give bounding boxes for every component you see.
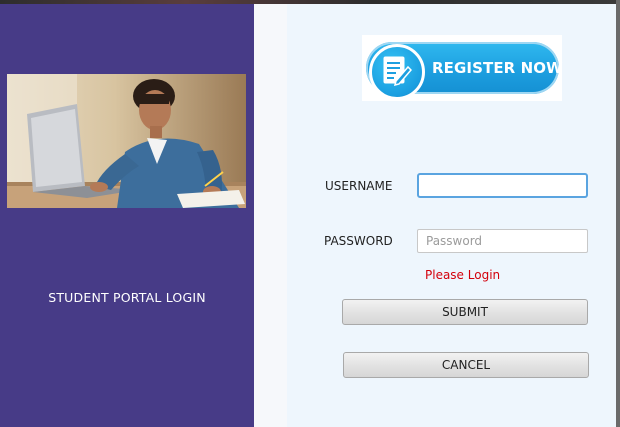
cancel-button[interactable]: CANCEL — [343, 352, 589, 378]
portal-title: STUDENT PORTAL LOGIN — [48, 290, 206, 305]
submit-button[interactable]: SUBMIT — [342, 299, 588, 325]
register-now-button[interactable]: REGISTER NOW — [362, 35, 563, 101]
username-input[interactable] — [417, 173, 588, 198]
student-laptop-photo — [7, 74, 246, 208]
status-message: Please Login — [425, 268, 501, 282]
username-label: USERNAME — [325, 179, 393, 193]
left-panel: STUDENT PORTAL LOGIN — [0, 4, 254, 427]
register-now-label: REGISTER NOW — [432, 59, 563, 77]
login-window: STUDENT PORTAL LOGIN REGISTER NOW USERNA… — [0, 0, 620, 427]
panel-gutter — [254, 4, 287, 427]
register-pill: REGISTER NOW — [366, 42, 563, 100]
password-label: PASSWORD — [324, 234, 393, 248]
register-form-pen-icon — [369, 44, 425, 100]
right-panel: REGISTER NOW USERNAME PASSWORD Please Lo… — [254, 4, 616, 427]
desktop-background-right — [616, 0, 620, 427]
password-input[interactable] — [417, 229, 588, 253]
